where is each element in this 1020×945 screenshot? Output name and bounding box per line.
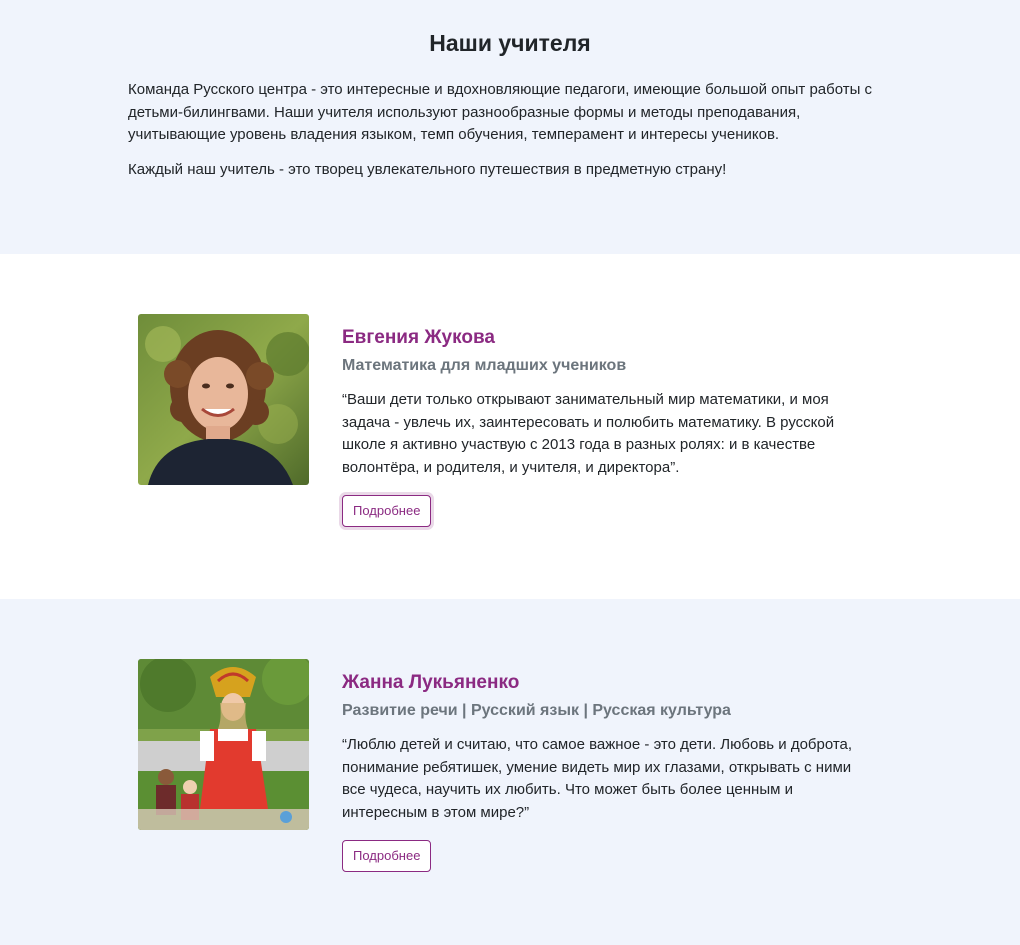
- teacher-subject: Развитие речи | Русский язык | Русская к…: [342, 702, 731, 719]
- page-title: Наши учителя: [429, 30, 591, 56]
- intro-paragraph-2: Каждый наш учитель - это творец увлекате…: [128, 160, 727, 178]
- teacher-name: Евгения Жукова: [342, 327, 495, 348]
- teacher-name: Жанна Лукьяненко: [342, 672, 520, 693]
- teacher-info: Евгения Жукова Математика для младших уч…: [342, 326, 862, 527]
- teacher-card-zhukova: Евгения Жукова Математика для младших уч…: [0, 254, 1020, 599]
- intro-section: Наши учителя Команда Русского центра - э…: [0, 0, 1020, 254]
- intro-paragraph: Команда Русского центра - это интересные…: [128, 81, 873, 143]
- teacher-card-lukyanenko: Жанна Лукьяненко Развитие речи | Русский…: [0, 599, 1020, 945]
- teacher-quote: “Ваши дети только открывают занимательны…: [342, 391, 835, 476]
- more-button[interactable]: Подробнее: [342, 495, 432, 527]
- teacher-subject: Математика для младших учеников: [342, 357, 627, 374]
- teacher-photo: [138, 314, 309, 485]
- teacher-photo: [138, 659, 309, 830]
- teacher-quote: “Люблю детей и считаю, что самое важное …: [342, 736, 853, 821]
- more-button[interactable]: Подробнее: [342, 840, 432, 872]
- teacher-info: Жанна Лукьяненко Развитие речи | Русский…: [342, 671, 862, 872]
